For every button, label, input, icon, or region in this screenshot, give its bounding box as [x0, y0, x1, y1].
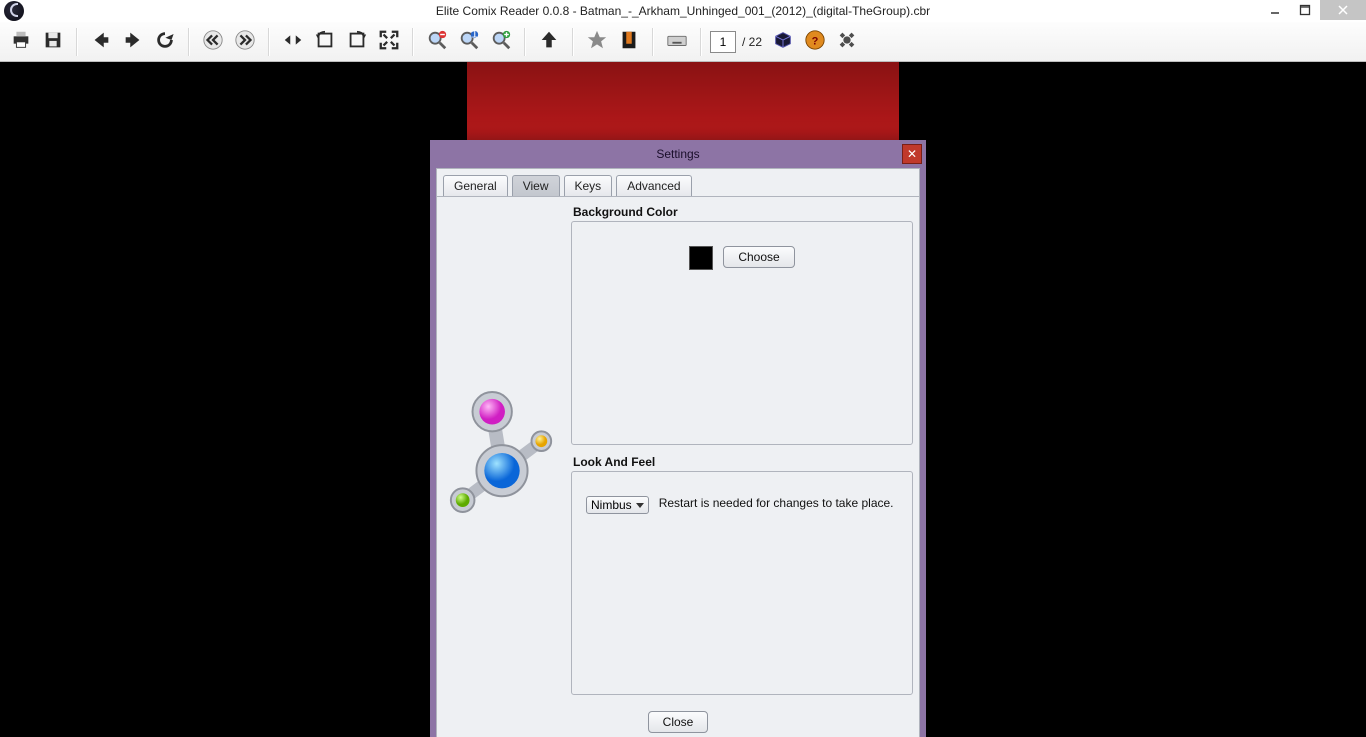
fullscreen-icon	[378, 29, 400, 54]
tab-advanced[interactable]: Advanced	[616, 175, 691, 196]
zoom-in-button[interactable]	[486, 27, 516, 57]
toolbar-separator	[700, 28, 702, 56]
toolbar-separator	[188, 28, 190, 56]
dialog-body: General View Keys Advanced	[436, 168, 920, 737]
arrow-right-icon	[122, 29, 144, 54]
prev-page-button[interactable]	[86, 27, 116, 57]
zoom-reset-button[interactable]: 1	[454, 27, 484, 57]
dialog-close-button[interactable]: ✕	[902, 144, 922, 164]
bg-color-fieldset: Choose	[571, 221, 913, 445]
comic-viewport[interactable]: ARKHAM UNHINGED Settings ✕ General View …	[0, 62, 1366, 737]
reload-icon	[154, 29, 176, 54]
settings-dialog: Settings ✕ General View Keys Advanced	[430, 140, 926, 737]
arrow-up-icon	[538, 29, 560, 54]
laf-restart-note: Restart is needed for changes to take pl…	[659, 496, 894, 510]
bookmark-button[interactable]	[614, 27, 644, 57]
page-number-input[interactable]	[710, 31, 736, 53]
minimize-button[interactable]	[1260, 0, 1290, 20]
help-icon: ?	[804, 29, 826, 54]
help-button[interactable]: ?	[800, 27, 830, 57]
cube-tool-button[interactable]	[768, 27, 798, 57]
first-page-button[interactable]	[198, 27, 228, 57]
tab-keys[interactable]: Keys	[564, 175, 613, 196]
double-chevron-left-icon	[202, 29, 224, 54]
zoom-out-icon	[426, 29, 448, 54]
print-button[interactable]	[6, 27, 36, 57]
laf-fieldset: Nimbus Restart is needed for changes to …	[571, 471, 913, 695]
bookmark-icon	[618, 29, 640, 54]
dialog-footer: Close	[437, 705, 919, 737]
fit-width-button[interactable]	[278, 27, 308, 57]
rotate-left-icon	[314, 29, 336, 54]
svg-text:?: ?	[812, 36, 819, 48]
settings-gear-icon	[836, 29, 858, 54]
toolbar-separator	[412, 28, 414, 56]
fullscreen-button[interactable]	[374, 27, 404, 57]
save-icon	[42, 29, 64, 54]
close-icon: ✕	[907, 147, 917, 161]
laf-select[interactable]: Nimbus	[586, 496, 649, 514]
laf-label: Look And Feel	[573, 455, 913, 469]
dialog-close-footer-button[interactable]: Close	[648, 711, 709, 733]
double-chevron-right-icon	[234, 29, 256, 54]
page-total-label: / 22	[738, 35, 766, 49]
dialog-titlebar[interactable]: Settings ✕	[430, 140, 926, 168]
cube-icon	[772, 29, 794, 54]
dialog-tabs: General View Keys Advanced	[437, 169, 919, 197]
favorite-button[interactable]	[582, 27, 612, 57]
settings-illustration	[437, 197, 567, 705]
tab-general[interactable]: General	[443, 175, 508, 196]
toolbar-separator	[268, 28, 270, 56]
settings-button[interactable]	[832, 27, 862, 57]
save-button[interactable]	[38, 27, 68, 57]
toolbar-separator	[524, 28, 526, 56]
keyboard-icon	[666, 29, 688, 54]
rotate-right-button[interactable]	[342, 27, 372, 57]
chevron-down-icon	[636, 503, 644, 508]
maximize-button[interactable]	[1290, 0, 1320, 20]
keyboard-button[interactable]	[662, 27, 692, 57]
settings-panels: Background Color Choose Look And Feel Ni…	[567, 197, 919, 705]
zoom-out-button[interactable]	[422, 27, 452, 57]
star-icon	[586, 29, 608, 54]
zoom-reset-icon: 1	[458, 29, 480, 54]
window-close-button[interactable]	[1320, 0, 1366, 20]
arrow-left-icon	[90, 29, 112, 54]
print-icon	[10, 29, 32, 54]
window-titlebar: Elite Comix Reader 0.0.8 - Batman_-_Arkh…	[0, 0, 1366, 22]
next-page-button[interactable]	[118, 27, 148, 57]
choose-color-button[interactable]: Choose	[723, 246, 794, 268]
reload-button[interactable]	[150, 27, 180, 57]
toolbar-separator	[572, 28, 574, 56]
window-controls	[1260, 0, 1366, 20]
rotate-left-button[interactable]	[310, 27, 340, 57]
bg-color-swatch	[689, 246, 713, 270]
rotate-right-icon	[346, 29, 368, 54]
bg-color-label: Background Color	[573, 205, 913, 219]
toolbar-separator	[652, 28, 654, 56]
zoom-in-icon	[490, 29, 512, 54]
tab-content: Background Color Choose Look And Feel Ni…	[437, 197, 919, 705]
window-title: Elite Comix Reader 0.0.8 - Batman_-_Arkh…	[436, 4, 930, 18]
fit-width-icon	[282, 29, 304, 54]
toolbar-separator	[76, 28, 78, 56]
last-page-button[interactable]	[230, 27, 260, 57]
tab-view[interactable]: View	[512, 175, 560, 196]
main-toolbar: 1 / 22 ?	[0, 22, 1366, 62]
app-icon	[4, 1, 24, 21]
laf-selected-value: Nimbus	[591, 498, 632, 512]
dialog-title-text: Settings	[656, 147, 699, 161]
svg-text:1: 1	[471, 29, 477, 40]
go-up-button[interactable]	[534, 27, 564, 57]
